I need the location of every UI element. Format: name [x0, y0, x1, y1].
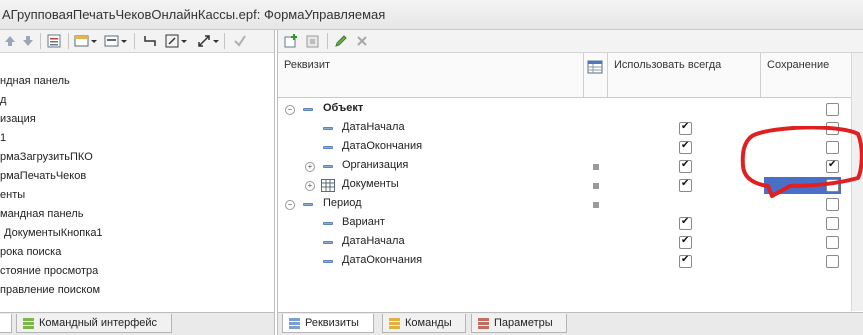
delete-icon[interactable]: [354, 33, 370, 49]
requisite-icon: [303, 203, 313, 206]
save-checkbox[interactable]: [826, 103, 839, 116]
right-toolbar: [278, 30, 863, 53]
row-name: Документы: [342, 178, 399, 190]
use-always-checkbox[interactable]: [679, 159, 692, 173]
save-checkbox[interactable]: [826, 255, 839, 268]
table-row[interactable]: − Объект: [278, 100, 852, 119]
expand-icon[interactable]: +: [305, 181, 315, 191]
tab-label: Реквизиты: [305, 317, 359, 329]
save-checkbox[interactable]: [826, 198, 839, 211]
tree-item[interactable]: д: [0, 91, 6, 110]
move-down-icon[interactable]: [20, 33, 36, 49]
use-always-checkbox[interactable]: [679, 140, 692, 154]
left-toolbar: [0, 30, 274, 53]
add-nested-icon[interactable]: [305, 33, 321, 49]
tree-item[interactable]: енты: [0, 186, 25, 205]
tree-item[interactable]: рмаПечатьЧеков: [0, 167, 86, 186]
tree-item[interactable]: изация: [0, 110, 36, 129]
window-layout-icon[interactable]: [74, 33, 90, 49]
type-marker: [593, 202, 599, 208]
commands-icon: [389, 318, 400, 329]
tab-label: Командный интерфейс: [39, 317, 158, 329]
use-always-checkbox[interactable]: [679, 178, 692, 192]
tab-label: Команды: [405, 317, 452, 329]
table-view-icon: [587, 60, 603, 74]
requisite-icon: [323, 222, 333, 225]
row-name: Организация: [342, 159, 409, 171]
requisite-icon: [323, 146, 333, 149]
tab-parameters[interactable]: Параметры: [471, 314, 567, 333]
save-checkbox[interactable]: [826, 217, 839, 230]
table-row[interactable]: ДатаОкончания: [278, 252, 852, 271]
use-always-checkbox[interactable]: [679, 121, 692, 135]
requisite-icon: [323, 165, 333, 168]
row-name: ДатаОкончания: [342, 254, 423, 266]
table-row[interactable]: Вариант: [278, 214, 852, 233]
tree-item[interactable]: ндная панель: [0, 72, 70, 91]
tab-label: Параметры: [494, 317, 553, 329]
use-always-checkbox[interactable]: [679, 216, 692, 230]
command-interface-icon: [23, 318, 34, 329]
save-checkbox[interactable]: [826, 236, 839, 249]
tab-elements[interactable]: [0, 314, 12, 333]
tab-commands[interactable]: Команды: [382, 314, 466, 333]
use-always-checkbox[interactable]: [679, 235, 692, 249]
use-always-checkbox[interactable]: [679, 254, 692, 268]
collapse-icon[interactable]: −: [285, 105, 295, 115]
column-header-save[interactable]: Сохранение: [761, 53, 852, 97]
tab-command-interface[interactable]: Командный интерфейс: [16, 314, 172, 333]
type-marker: [593, 183, 599, 189]
row-name: Объект: [323, 102, 364, 114]
dropdown-arrow-icon[interactable]: [180, 33, 188, 49]
table-row[interactable]: ДатаНачала: [278, 233, 852, 252]
parameters-icon: [478, 318, 489, 329]
annotation-circle: [740, 126, 863, 198]
dropdown-arrow-icon[interactable]: [212, 33, 220, 49]
resize-icon[interactable]: [164, 33, 180, 49]
column-header-type-icon[interactable]: [584, 53, 608, 97]
tree-item[interactable]: мандная панель: [0, 205, 83, 224]
collapse-icon[interactable]: −: [285, 200, 295, 210]
dropdown-arrow-icon[interactable]: [120, 33, 128, 49]
expand-icon[interactable]: +: [305, 162, 315, 172]
row-name: ДатаОкончания: [342, 140, 423, 152]
form-properties-icon[interactable]: [46, 33, 62, 49]
row-name: Вариант: [342, 216, 385, 228]
tree-item[interactable]: стояние просмотра: [0, 262, 98, 281]
requisite-icon: [323, 127, 333, 130]
tree-item[interactable]: рмаЗагрузитьПКО: [0, 148, 93, 167]
dropdown-arrow-icon[interactable]: [90, 33, 98, 49]
row-name: Период: [323, 197, 362, 209]
row-name: ДатаНачала: [342, 235, 405, 247]
type-marker: [593, 164, 599, 170]
window-title: АГрупповаяПечатьЧековОнлайнКассы.epf: Фо…: [2, 7, 386, 22]
window-title-bar: АГрупповаяПечатьЧековОнлайнКассы.epf: Фо…: [0, 0, 863, 30]
requisite-icon: [303, 108, 313, 111]
tree-item[interactable]: ДокументыКнопка1: [4, 224, 103, 243]
requisite-icon: [323, 260, 333, 263]
panel-layout-icon[interactable]: [104, 33, 120, 49]
requisite-icon: [323, 241, 333, 244]
right-bottom-tabs: Реквизиты Команды Параметры: [278, 312, 863, 335]
left-bottom-tabs: Командный интерфейс: [0, 312, 274, 335]
form-elements-panel: ндная панель д изация 1 рмаЗагрузитьПКО …: [0, 30, 275, 335]
tree-item[interactable]: 1: [0, 129, 6, 148]
table-header: Реквизит Использовать всегда Сохранение: [278, 53, 852, 98]
add-requisite-icon[interactable]: [283, 33, 299, 49]
tab-requisites[interactable]: Реквизиты: [282, 314, 374, 333]
move-up-icon[interactable]: [2, 33, 18, 49]
edit-icon[interactable]: [333, 33, 349, 49]
stretch-icon[interactable]: [196, 33, 212, 49]
column-header-requisite[interactable]: Реквизит: [278, 53, 584, 97]
row-name: ДатаНачала: [342, 121, 405, 133]
requisites-icon: [289, 318, 300, 329]
check-icon[interactable]: [232, 33, 248, 49]
column-header-use-always[interactable]: Использовать всегда: [608, 53, 761, 97]
table-icon: [321, 179, 335, 192]
tree-item[interactable]: правление поиском: [0, 281, 100, 300]
tree-item[interactable]: рока поиска: [0, 243, 61, 262]
route-icon[interactable]: [142, 33, 158, 49]
